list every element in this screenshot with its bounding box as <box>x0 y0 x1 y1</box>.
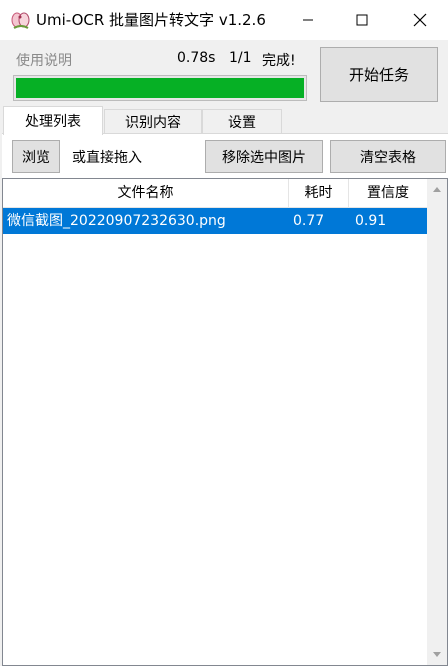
window-title: Umi-OCR 批量图片转文字 v1.2.6 <box>36 11 266 29</box>
title-bar[interactable]: Umi-OCR 批量图片转文字 v1.2.6 <box>0 0 448 40</box>
maximize-button[interactable] <box>334 0 390 40</box>
minimize-icon <box>303 19 313 21</box>
elapsed-time: 0.78s <box>177 50 216 66</box>
progress-bar <box>13 75 307 101</box>
usage-instructions-link[interactable]: 使用说明 <box>16 50 72 70</box>
column-header-time[interactable]: 耗时 <box>289 179 349 208</box>
tab-settings[interactable]: 设置 <box>202 109 282 134</box>
tab-recognition-content[interactable]: 识别内容 <box>104 109 202 134</box>
browse-button[interactable]: 浏览 <box>12 140 60 173</box>
close-icon <box>413 13 427 27</box>
clear-table-button[interactable]: 清空表格 <box>330 140 446 173</box>
drag-hint-label: 或直接拖入 <box>72 150 142 166</box>
tab-process-list[interactable]: 处理列表 <box>3 106 103 135</box>
column-header-confidence[interactable]: 置信度 <box>349 179 427 208</box>
remove-selected-button[interactable]: 移除选中图片 <box>205 140 323 173</box>
progress-bar-fill <box>16 78 304 98</box>
cell-time: 0.77 <box>293 213 325 229</box>
tab-bar: 处理列表 识别内容 设置 <box>0 106 448 135</box>
status-text: 完成! <box>262 53 296 69</box>
close-button[interactable] <box>392 0 448 40</box>
start-task-button[interactable]: 开始任务 <box>320 47 438 102</box>
table-row[interactable]: 微信截图_20220907232630.png 0.77 0.91 <box>3 208 427 234</box>
file-table[interactable]: 文件名称 耗时 置信度 微信截图_20220907232630.png 0.77… <box>2 178 448 666</box>
vertical-scrollbar[interactable] <box>427 179 447 665</box>
cell-filename: 微信截图_20220907232630.png <box>7 213 226 229</box>
cell-confidence: 0.91 <box>355 213 387 229</box>
maximize-icon <box>356 14 368 26</box>
minimize-button[interactable] <box>280 0 336 40</box>
progress-count: 1/1 <box>229 50 252 66</box>
umi-ocr-app-icon <box>10 9 32 31</box>
column-header-filename[interactable]: 文件名称 <box>3 179 289 208</box>
scroll-up-arrow-icon[interactable] <box>427 179 447 199</box>
table-header: 文件名称 耗时 置信度 <box>3 179 427 208</box>
scroll-down-arrow-icon[interactable] <box>427 645 447 665</box>
